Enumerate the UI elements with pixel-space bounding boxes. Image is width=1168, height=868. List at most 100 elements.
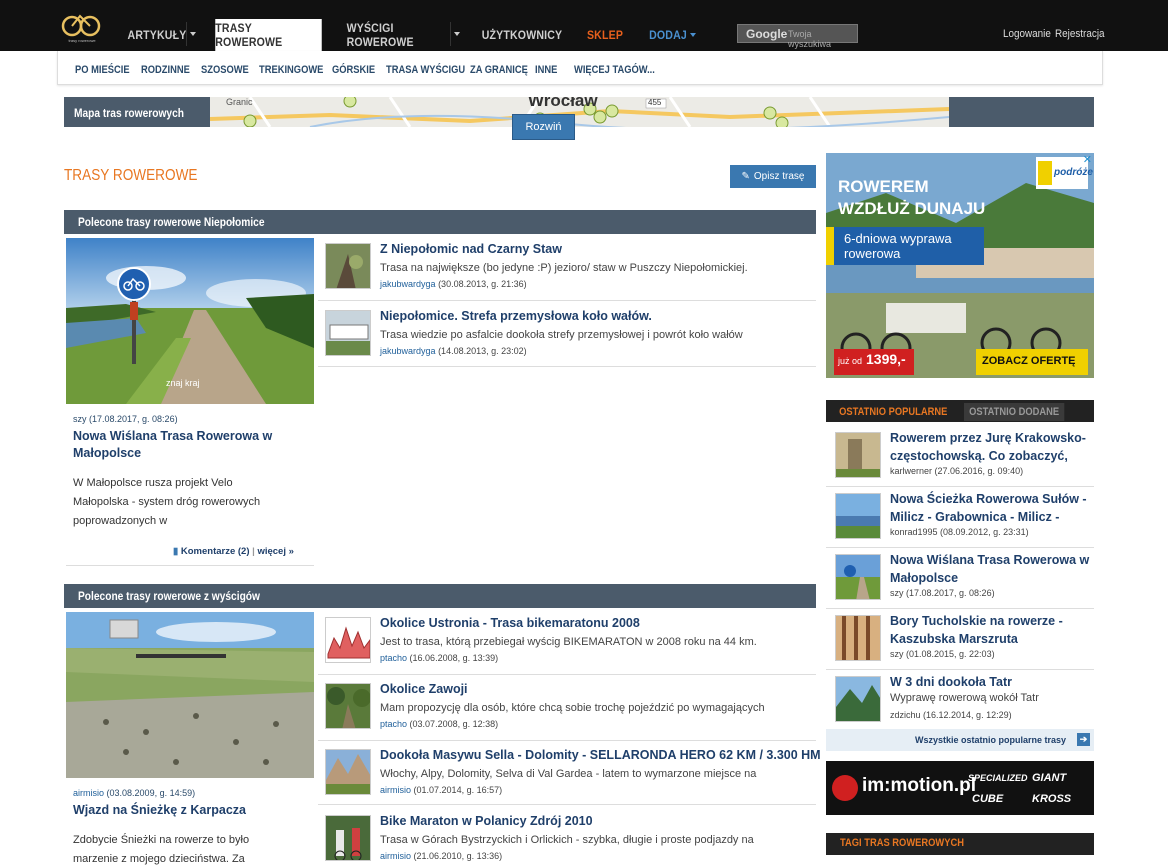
popular-route-thumbnail[interactable] bbox=[835, 676, 881, 722]
nav-add[interactable]: Dodaj bbox=[649, 19, 687, 51]
all-popular-routes-label[interactable]: Wszystkie ostatnio popularne trasy bbox=[915, 735, 1066, 745]
nav-users[interactable]: Użytkownicy bbox=[482, 19, 562, 51]
ad-close-icon[interactable]: ✕ bbox=[1083, 153, 1092, 166]
popular-route-item[interactable]: Rowerem przez Jurę Krakowsko-częstochows… bbox=[826, 426, 1094, 487]
map-place-label-2: Granic bbox=[226, 97, 253, 107]
popular-route-title[interactable]: Nowa Wiślana Trasa Rowerowa w Małopolsce bbox=[890, 551, 1094, 587]
popular-route-thumbnail[interactable] bbox=[835, 493, 881, 539]
map-bar-title: Mapa tras rowerowych bbox=[74, 106, 184, 120]
featured-race-photo[interactable] bbox=[66, 612, 314, 778]
site-logo[interactable]: trasy rowerowe bbox=[58, 6, 106, 44]
nav-shop[interactable]: Sklep bbox=[587, 19, 623, 51]
comments-link[interactable]: Komentarze (2) bbox=[181, 546, 250, 557]
featured-route-photo[interactable]: znaj kraj bbox=[66, 238, 314, 404]
arrow-right-icon[interactable]: ➔ bbox=[1077, 733, 1090, 746]
race-thumbnail[interactable] bbox=[325, 617, 371, 663]
popular-route-meta: zdzichu (16.12.2014, g. 12:29) bbox=[890, 710, 1012, 720]
featured-race-author[interactable]: airmisio bbox=[73, 788, 104, 798]
map-road-number: 455 bbox=[648, 98, 662, 107]
comment-icon: ▮ bbox=[173, 546, 179, 557]
sponsor-banner[interactable]: im:motion.pl SPECIALIZED GIANT CUBE KROS… bbox=[826, 761, 1094, 815]
subnav-race-route[interactable]: Trasa wyścigu bbox=[386, 64, 465, 76]
route-author[interactable]: airmisio bbox=[380, 785, 411, 795]
advertisement-banner[interactable]: ROWEREM WZDŁUŻ DUNAJU 6-dniowa wyprawa r… bbox=[826, 153, 1094, 378]
route-title[interactable]: Okolice Zawoji bbox=[380, 682, 468, 696]
race-list-item[interactable]: Okolice Zawoji Mam propozycję dla osób, … bbox=[318, 677, 816, 741]
featured-race-title[interactable]: Wjazd na Śnieżkę z Karpacza bbox=[73, 802, 303, 819]
subnav-trekking[interactable]: Trekingowe bbox=[259, 64, 323, 76]
ad-cta[interactable]: ZOBACZ OFERTĘ bbox=[982, 355, 1076, 367]
route-title[interactable]: Okolice Ustronia - Trasa bikemaratonu 20… bbox=[380, 616, 640, 630]
subnav-abroad[interactable]: Za granicę bbox=[470, 64, 528, 76]
section-races-header: Polecone trasy rowerowe z wyścigów bbox=[64, 584, 816, 608]
nav-articles[interactable]: Artykuły bbox=[128, 19, 187, 51]
popular-route-item[interactable]: W 3 dni dookoła Tatr Wyprawę rowerową wo… bbox=[826, 670, 1094, 727]
featured-route-meta: szy (17.08.2017, g. 08:26) bbox=[73, 414, 178, 424]
race-list-item[interactable]: Bike Maraton w Polanicy Zdrój 2010 Trasa… bbox=[318, 809, 816, 868]
search-input[interactable]: Google Twoja wyszukiwa bbox=[737, 24, 858, 49]
popular-route-title[interactable]: Bory Tucholskie na rowerze - Kaszubska M… bbox=[890, 612, 1094, 648]
nav-articles-dropdown-icon[interactable] bbox=[186, 22, 198, 46]
popular-route-item[interactable]: Bory Tucholskie na rowerze - Kaszubska M… bbox=[826, 609, 1094, 670]
route-date: (01.07.2014, g. 16:57) bbox=[413, 785, 503, 795]
route-thumbnail[interactable] bbox=[325, 310, 371, 356]
edit-icon: ✎ bbox=[741, 171, 750, 182]
subnav-more-tags[interactable]: Więcej tagów... bbox=[574, 64, 655, 76]
popular-route-thumbnail[interactable] bbox=[835, 432, 881, 478]
subnav-other[interactable]: Inne bbox=[535, 64, 557, 76]
add-dropdown-icon[interactable] bbox=[690, 33, 696, 37]
photo-watermark: znaj kraj bbox=[166, 378, 200, 388]
tab-recently-popular[interactable]: Ostatnio popularne bbox=[834, 403, 952, 421]
route-title[interactable]: Z Niepołomic nad Czarny Staw bbox=[380, 242, 562, 256]
route-list-item[interactable]: Niepołomice. Strefa przemysłowa koło wał… bbox=[318, 304, 816, 367]
nav-bike-races[interactable]: Wyścigi rowerowe bbox=[347, 19, 444, 51]
all-popular-routes-link[interactable]: Wszystkie ostatnio popularne trasy ➔ bbox=[826, 729, 1094, 751]
login-link[interactable]: Logowanie bbox=[1003, 28, 1051, 40]
featured-route-comments[interactable]: ▮ Komentarze (2) | więcej » bbox=[173, 546, 294, 557]
featured-route-card[interactable]: znaj kraj szy (17.08.2017, g. 08:26) Now… bbox=[66, 238, 314, 531]
popular-route-title[interactable]: Nowa Ścieżka Rowerowa Sułów - Milicz - G… bbox=[890, 490, 1094, 526]
subnav-mountain[interactable]: Górskie bbox=[332, 64, 375, 76]
route-author[interactable]: ptacho bbox=[380, 719, 407, 729]
popular-route-thumbnail[interactable] bbox=[835, 554, 881, 600]
featured-route-title[interactable]: Nowa Wiślana Trasa Rowerowa w Małopolsce bbox=[73, 428, 303, 462]
route-meta: jakubwardyga (14.08.2013, g. 23:02) bbox=[380, 346, 527, 356]
route-date: (03.07.2008, g. 12:38) bbox=[409, 719, 499, 729]
popular-route-meta: szy (01.08.2015, g. 22:03) bbox=[890, 649, 995, 659]
route-title[interactable]: Dookoła Masywu Sella - Dolomity - SELLAR… bbox=[380, 748, 821, 762]
route-title[interactable]: Bike Maraton w Polanicy Zdrój 2010 bbox=[380, 814, 593, 828]
popular-route-item[interactable]: Nowa Ścieżka Rowerowa Sułów - Milicz - G… bbox=[826, 487, 1094, 548]
route-author[interactable]: jakubwardyga bbox=[380, 279, 436, 289]
nav-races-dropdown-icon[interactable] bbox=[450, 22, 462, 46]
race-thumbnail[interactable] bbox=[325, 683, 371, 729]
route-date: (21.06.2010, g. 13:36) bbox=[413, 851, 503, 861]
section-niepolomice-header: Polecone trasy rowerowe Niepołomice bbox=[64, 210, 816, 234]
route-desc: Trasa na największe (bo jedyne :P) jezio… bbox=[380, 262, 748, 274]
subnav-city[interactable]: Po mieście bbox=[75, 64, 130, 76]
nav-bike-routes[interactable]: Trasy rowerowe bbox=[215, 19, 322, 51]
subnav-road[interactable]: Szosowe bbox=[201, 64, 249, 76]
route-title[interactable]: Niepołomice. Strefa przemysłowa koło wał… bbox=[380, 309, 652, 323]
tab-recently-added[interactable]: Ostatnio dodane bbox=[964, 403, 1065, 421]
route-list-item[interactable]: Z Niepołomic nad Czarny Staw Trasa na na… bbox=[318, 237, 816, 301]
describe-route-button[interactable]: ✎ Opisz trasę bbox=[730, 165, 816, 188]
popular-route-title[interactable]: Rowerem przez Jurę Krakowsko-częstochows… bbox=[890, 429, 1094, 465]
expand-map-button[interactable]: Rozwiń bbox=[512, 114, 575, 140]
popular-route-item[interactable]: Nowa Wiślana Trasa Rowerowa w Małopolsce… bbox=[826, 548, 1094, 609]
route-author[interactable]: jakubwardyga bbox=[380, 346, 436, 356]
more-link[interactable]: więcej » bbox=[257, 546, 293, 557]
ad-sub-1: 6-dniowa wyprawa bbox=[844, 231, 952, 246]
route-thumbnail[interactable] bbox=[325, 243, 371, 289]
race-list-item[interactable]: Dookoła Masywu Sella - Dolomity - SELLAR… bbox=[318, 743, 821, 805]
race-thumbnail[interactable] bbox=[325, 815, 371, 861]
popular-route-thumbnail[interactable] bbox=[835, 615, 881, 661]
popular-route-title[interactable]: W 3 dni dookoła Tatr bbox=[890, 673, 1094, 691]
map-preview[interactable]: Granic Wrocław 455 bbox=[210, 97, 949, 127]
route-author[interactable]: ptacho bbox=[380, 653, 407, 663]
subnav-family[interactable]: Rodzinne bbox=[141, 64, 190, 76]
featured-race-card[interactable]: airmisio (03.08.2009, g. 14:59) Wjazd na… bbox=[66, 612, 314, 868]
race-thumbnail[interactable] bbox=[325, 749, 371, 795]
register-link[interactable]: Rejestracja bbox=[1055, 28, 1105, 40]
race-list-item[interactable]: Okolice Ustronia - Trasa bikemaratonu 20… bbox=[318, 611, 816, 675]
route-author[interactable]: airmisio bbox=[380, 851, 411, 861]
